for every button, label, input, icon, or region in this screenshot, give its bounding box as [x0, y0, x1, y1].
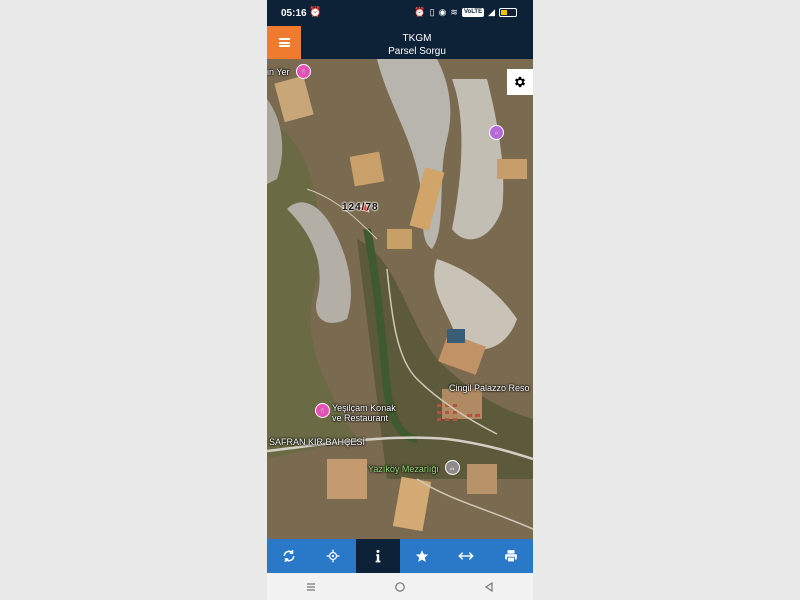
poi-marker-in-yer[interactable]: 🍴: [296, 64, 311, 79]
food-icon: 🍴: [296, 64, 311, 79]
alarm-icon: ⏰: [414, 7, 426, 17]
wifi-icon: ≋: [450, 7, 458, 17]
gear-icon: [514, 76, 526, 88]
info-icon: [375, 549, 381, 563]
status-time: 05:16: [281, 8, 307, 19]
phone-screen: 05:16 ⏰ ⏰ ▯ ◉ ≋ VoLTE ◢ TKGM Parsel Sorg…: [267, 0, 533, 600]
system-navigation-bar: [267, 573, 533, 600]
favorite-button[interactable]: [400, 539, 444, 573]
locate-icon: [327, 549, 340, 563]
refresh-icon: [283, 550, 295, 562]
vibrate-icon: ▯: [429, 7, 435, 17]
parcel-number-label[interactable]: 124/78: [342, 202, 379, 213]
print-button[interactable]: [489, 539, 533, 573]
star-icon: [416, 550, 429, 562]
locate-button[interactable]: [311, 539, 355, 573]
map-label-cingil[interactable]: Cingil Palazzo Reso: [449, 383, 530, 393]
status-bar: 05:16 ⏰ ⏰ ▯ ◉ ≋ VoLTE ◢: [267, 0, 533, 26]
app-subtitle: Parsel Sorgu: [388, 46, 446, 57]
volte-badge: VoLTE: [461, 8, 485, 17]
alarm-icon: ⏰: [309, 7, 322, 18]
poi-marker-worship[interactable]: ⌂: [489, 125, 504, 140]
signal-icon: ◢: [488, 7, 495, 17]
place-of-worship-icon: ⌂: [489, 125, 504, 140]
poi-label-yesilcam-line2: ve Restaurant: [332, 413, 389, 423]
back-icon[interactable]: [483, 581, 495, 593]
app-title: TKGM: [402, 33, 432, 44]
refresh-button[interactable]: [267, 539, 311, 573]
menu-button[interactable]: [267, 26, 301, 59]
poi-label-in-yer[interactable]: in Yer: [267, 67, 290, 77]
menu-icon[interactable]: [305, 581, 317, 593]
print-icon: [504, 550, 517, 563]
satellite-map[interactable]: 124/78 in Yer 🍴 ⌂ 🍴 Yeşilçam Konak ve Re…: [267, 59, 533, 539]
info-button[interactable]: [355, 539, 400, 573]
measure-button[interactable]: [444, 539, 488, 573]
hotspot-icon: ◉: [438, 7, 447, 17]
status-icons: ⏰ ▯ ◉ ≋ VoLTE ◢: [414, 7, 517, 18]
battery-level: [501, 10, 508, 15]
home-icon[interactable]: [394, 581, 406, 593]
poi-label-yazikoy[interactable]: Yazıköy Mezarlığı: [368, 464, 439, 474]
poi-label-yesilcam-line1: Yeşilçam Konak: [332, 403, 396, 413]
bottom-toolbar: [267, 539, 533, 573]
cemetery-icon: ⛪: [445, 460, 460, 475]
poi-marker-yesilcam[interactable]: 🍴: [315, 403, 330, 418]
hamburger-icon: [278, 38, 290, 47]
food-icon: 🍴: [315, 403, 330, 418]
measure-icon: [458, 552, 475, 560]
poi-label-yesilcam[interactable]: Yeşilçam Konak ve Restaurant: [332, 403, 396, 423]
app-bar: TKGM Parsel Sorgu: [267, 26, 533, 59]
poi-marker-yazikoy[interactable]: ⛪: [445, 460, 460, 475]
battery-icon: [499, 8, 517, 17]
map-label-safran[interactable]: SAFRAN KIR BAHÇESİ: [269, 437, 365, 447]
settings-button[interactable]: [507, 69, 533, 95]
